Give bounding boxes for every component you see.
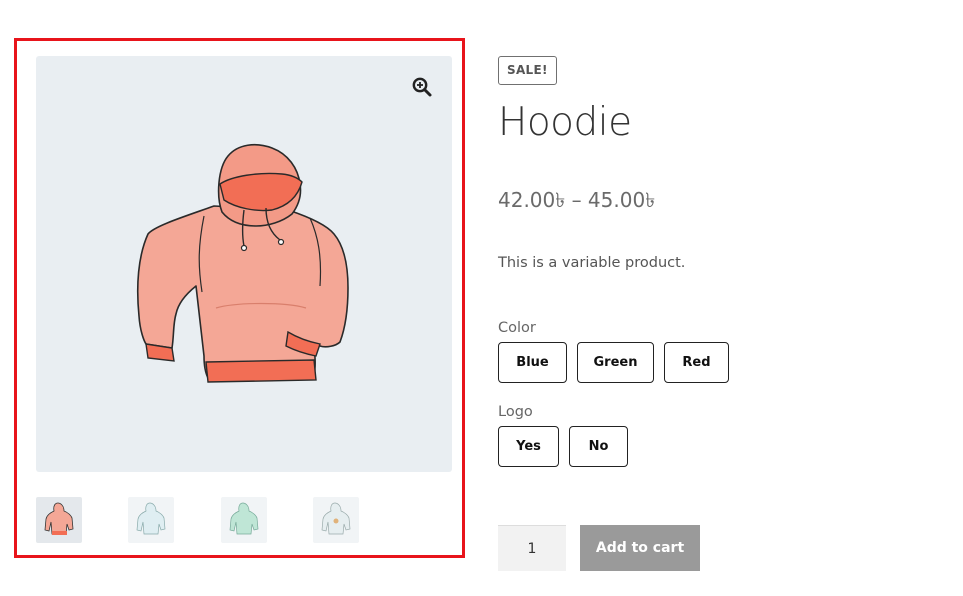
- product-title: Hoodie: [498, 100, 632, 145]
- quantity-input[interactable]: [498, 525, 566, 571]
- hoodie-logo-thumbnail-icon: [321, 502, 351, 535]
- short-description: This is a variable product.: [498, 255, 686, 271]
- color-attribute-label: Color: [498, 320, 536, 336]
- hoodie-blue-thumbnail-icon: [136, 502, 166, 535]
- color-option-green[interactable]: Green: [577, 342, 654, 383]
- hoodie-green-thumbnail-icon: [229, 502, 259, 535]
- thumbnail-hoodie-green[interactable]: [221, 497, 267, 543]
- thumbnail-hoodie-logo[interactable]: [313, 497, 359, 543]
- logo-option-no[interactable]: No: [569, 426, 628, 467]
- hoodie-image: [136, 143, 349, 383]
- thumbnail-hoodie-blue[interactable]: [128, 497, 174, 543]
- color-option-red[interactable]: Red: [664, 342, 729, 383]
- logo-option-yes[interactable]: Yes: [498, 426, 559, 467]
- zoom-icon[interactable]: [411, 76, 433, 98]
- product-main-image[interactable]: [36, 56, 452, 472]
- sale-badge: SALE!: [498, 56, 557, 85]
- hoodie-pink-thumbnail-icon: [44, 502, 74, 535]
- logo-attribute-label: Logo: [498, 404, 533, 420]
- price-range: 42.00৳ – 45.00৳: [498, 188, 656, 212]
- color-option-blue[interactable]: Blue: [498, 342, 567, 383]
- add-to-cart-button[interactable]: Add to cart: [580, 525, 700, 571]
- magnifier-zoom-icon: [412, 77, 432, 97]
- thumbnail-hoodie-pink[interactable]: [36, 497, 82, 543]
